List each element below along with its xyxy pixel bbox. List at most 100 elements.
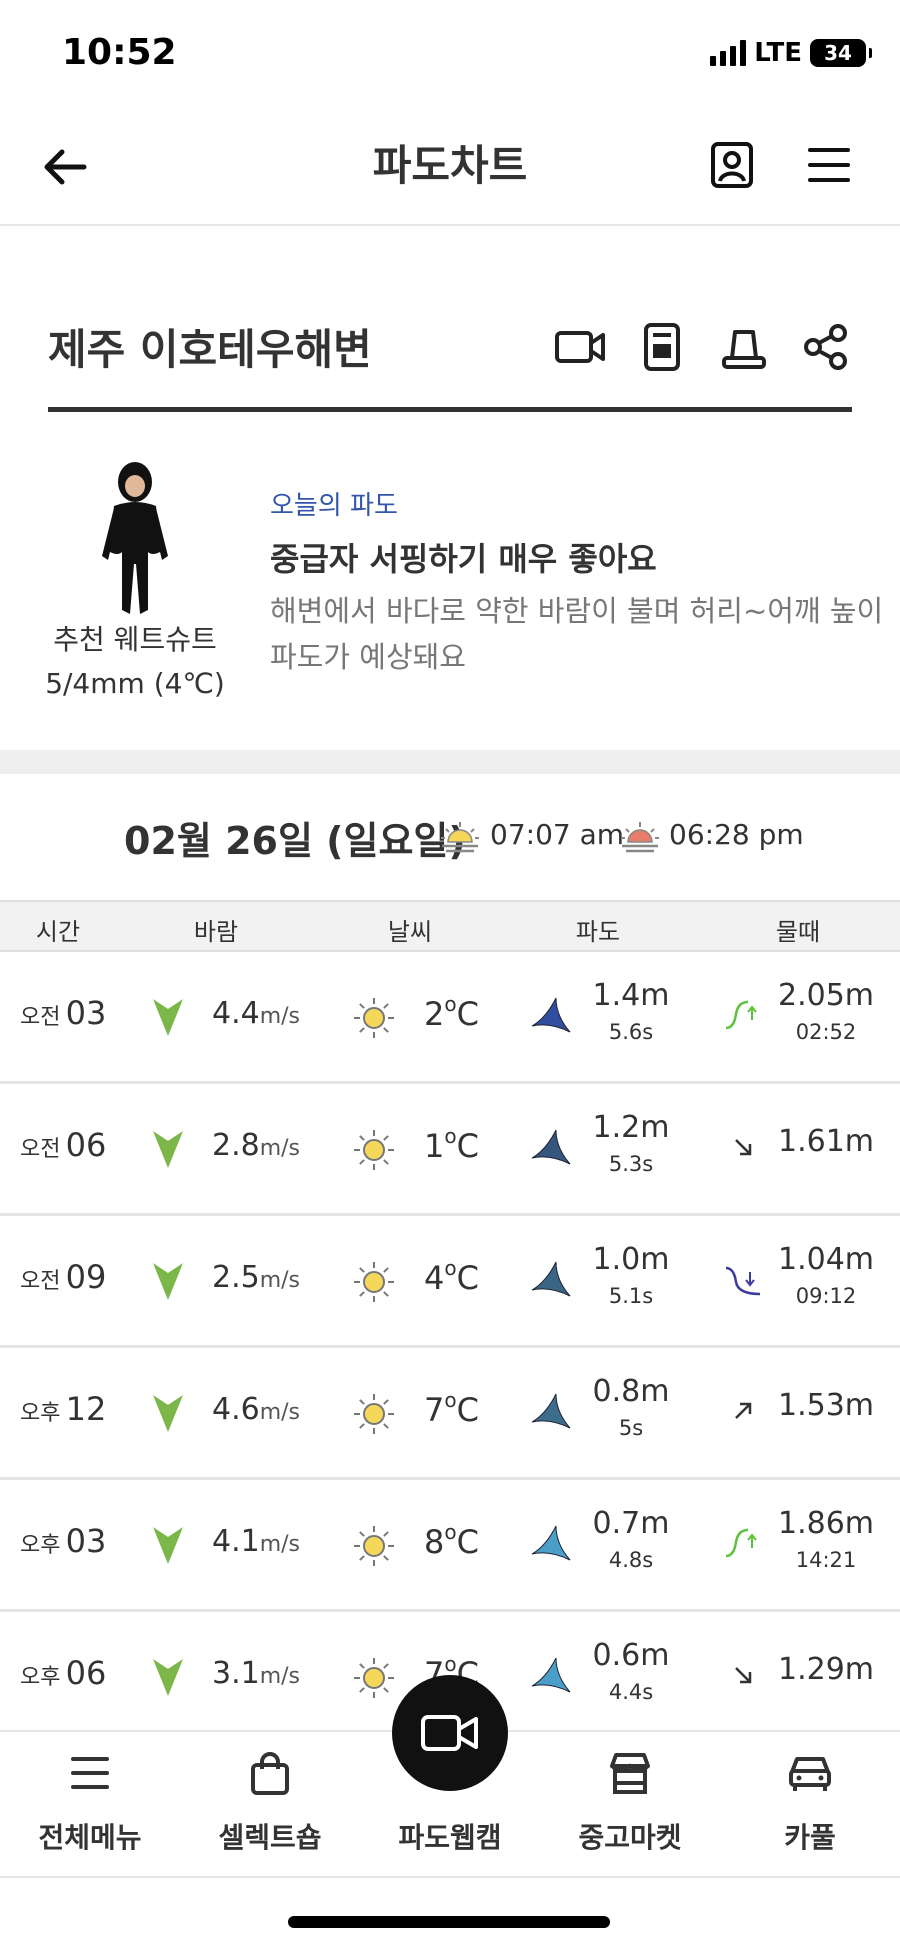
falling-icon: [724, 1130, 762, 1166]
row-hour: 06: [65, 1654, 107, 1692]
degree-symbol: o: [444, 1520, 457, 1544]
date-text: 02월 26일 (일요일): [124, 819, 466, 863]
wetsuit-value: 5/4mm (4℃): [45, 667, 225, 700]
car-icon: [787, 1750, 833, 1796]
high-tide-icon: [724, 1526, 762, 1562]
wind-speed: 4.1m/s: [212, 1524, 300, 1559]
wind-speed: 2.5m/s: [212, 1260, 300, 1295]
today-label: 오늘의 파도: [270, 491, 398, 521]
row-hour: 09: [65, 1258, 107, 1296]
wave-icon: [530, 1392, 572, 1432]
wind-speed: 4.6m/s: [212, 1392, 300, 1427]
temperature-value: 2: [424, 995, 445, 1033]
nav-select-shop[interactable]: 셀렉트숍: [180, 1750, 360, 1856]
share-icon[interactable]: [800, 322, 852, 372]
tide-height: 1.86m: [777, 1506, 875, 1541]
alarm-icon[interactable]: [718, 322, 770, 372]
forecast-row: 오전 06 2.8m/s 1oC 1.2m 5.3s 1.61m: [0, 1084, 900, 1216]
sunny-icon: [352, 1524, 396, 1568]
tide-height: 1.04m: [777, 1242, 875, 1277]
wave-period: 5s: [618, 1416, 644, 1440]
row-hour: 06: [65, 1126, 107, 1164]
wave-icon: [530, 1656, 572, 1696]
video-camera-icon: [421, 1715, 478, 1751]
wind-direction-icon: [150, 1392, 186, 1434]
nav-label: 파도웹캠: [398, 1821, 502, 1854]
wave-period: 5.3s: [608, 1152, 654, 1176]
low-tide-icon: [724, 1262, 762, 1298]
wetsuit-label: 추천 웨트슈트: [53, 623, 217, 656]
nav-used-market[interactable]: 중고마켓: [540, 1750, 720, 1856]
wind-speed-value: 2.5: [212, 1260, 260, 1295]
tide-time: 14:21: [795, 1548, 857, 1572]
beach-header: 제주 이호테우해변: [48, 316, 852, 412]
nav-carpool[interactable]: 카풀: [720, 1750, 900, 1856]
page-title: 파도차트: [372, 141, 528, 190]
wind-direction-icon: [150, 1128, 186, 1170]
wave-height: 1.0m: [592, 1242, 670, 1277]
temperature: 7oC: [424, 1388, 479, 1429]
profile-icon[interactable]: [708, 140, 756, 190]
temperature-unit: C: [456, 1259, 479, 1297]
row-time: 오후 06: [20, 1654, 106, 1692]
shopping-bag-icon: [247, 1750, 293, 1796]
tide-time: 09:12: [795, 1284, 857, 1308]
signal-icon: [710, 40, 747, 66]
sunset-icon: [618, 816, 662, 856]
wave-period: 5.6s: [608, 1020, 654, 1044]
row-hour: 03: [65, 994, 107, 1032]
column-tide: 물때: [775, 918, 821, 946]
wave-period: 4.8s: [608, 1548, 654, 1572]
store-icon: [607, 1750, 653, 1796]
wind-speed: 2.8m/s: [212, 1128, 300, 1163]
video-icon[interactable]: [554, 322, 606, 372]
sunny-icon: [352, 1656, 396, 1700]
forecast-row: 오후 03 4.1m/s 8oC 0.7m 4.8s 1.86m 14:21: [0, 1480, 900, 1612]
falling-icon: [724, 1658, 762, 1694]
forecast-table-header: 시간 바람 날씨 파도 물때: [0, 900, 900, 952]
battery-icon: 34: [810, 39, 872, 67]
row-hour: 12: [65, 1390, 107, 1428]
wind-speed-value: 2.8: [212, 1128, 260, 1163]
row-time: 오전 03: [20, 994, 106, 1032]
wave-height: 0.8m: [592, 1374, 670, 1409]
column-weather: 날씨: [387, 918, 433, 946]
wave-icon: [530, 996, 572, 1036]
temperature: 4oC: [424, 1256, 479, 1297]
row-time: 오전 06: [20, 1126, 106, 1164]
webcam-button[interactable]: [392, 1675, 508, 1791]
forecast-row: 오전 09 2.5m/s 4oC 1.0m 5.1s 1.04m 09:12: [0, 1216, 900, 1348]
wind-speed: 4.4m/s: [212, 996, 300, 1031]
row-ampm: 오후: [20, 1665, 61, 1690]
wave-icon: [530, 1128, 572, 1168]
temperature-unit: C: [456, 995, 479, 1033]
wind-speed-unit: m/s: [259, 1400, 301, 1425]
temperature-unit: C: [456, 1523, 479, 1561]
forecast-rows: 오전 03 4.4m/s 2oC 1.4m 5.6s 2.05m 02:52 오…: [0, 952, 900, 1744]
temperature-unit: C: [456, 1127, 479, 1165]
wind-speed-value: 4.1: [212, 1524, 260, 1559]
menu-icon[interactable]: [804, 142, 852, 188]
beach-actions: [554, 322, 852, 372]
wind-direction-icon: [150, 1656, 186, 1698]
status-indicators: LTE 34: [710, 38, 872, 68]
degree-symbol: o: [444, 1652, 457, 1676]
wind-speed-value: 4.6: [212, 1392, 260, 1427]
today-headline: 중급자 서핑하기 매우 좋아요: [270, 540, 657, 578]
row-time: 오전 09: [20, 1258, 106, 1296]
row-time: 오후 12: [20, 1390, 106, 1428]
tide-height: 1.61m: [777, 1124, 875, 1159]
wind-speed-unit: m/s: [259, 1136, 301, 1161]
sunrise-icon: [438, 816, 482, 856]
memo-icon[interactable]: [636, 322, 688, 372]
temperature-value: 7: [424, 1391, 445, 1429]
nav-all-menu[interactable]: 전체메뉴: [0, 1750, 180, 1856]
rising-icon: [724, 1394, 762, 1430]
wind-speed-value: 3.1: [212, 1656, 260, 1691]
sunset-time: 06:28 pm: [669, 818, 804, 851]
tide-height: 2.05m: [777, 978, 875, 1013]
nav-label: 전체메뉴: [38, 1821, 142, 1854]
column-wind: 바람: [193, 918, 239, 946]
tide-height: 1.53m: [777, 1388, 875, 1423]
wave-height: 0.7m: [592, 1506, 670, 1541]
